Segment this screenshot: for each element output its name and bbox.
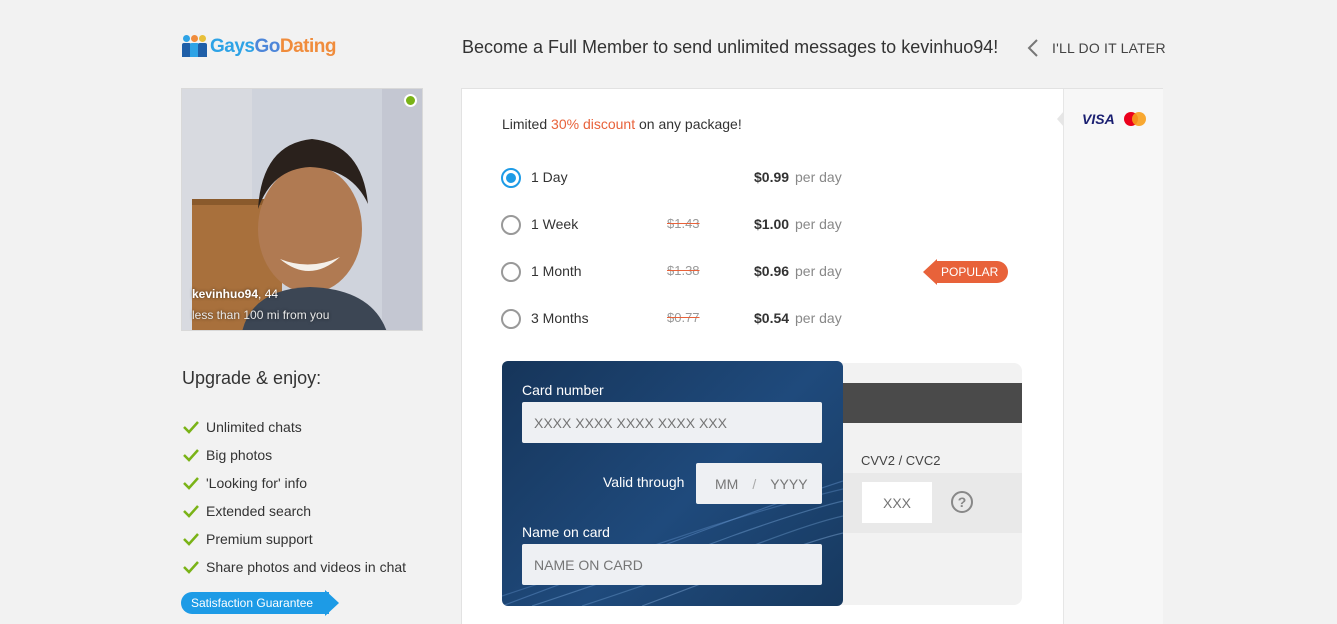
- check-icon: [183, 533, 199, 546]
- check-icon: [183, 561, 199, 574]
- package-option-1-day[interactable]: 1 Day $0.99 per day: [501, 166, 1021, 190]
- card-brands-sidebar: VISA: [1057, 89, 1163, 624]
- profile-photo[interactable]: kevinhuo94, 44 less than 100 mi from you: [181, 88, 423, 331]
- check-icon: [183, 449, 199, 462]
- radio-button[interactable]: [501, 215, 521, 235]
- check-icon: [183, 477, 199, 490]
- online-status-indicator: [404, 94, 417, 107]
- list-item: 'Looking for' info: [182, 469, 406, 497]
- package-old-price: $1.43: [667, 216, 700, 231]
- expiry-separator: /: [752, 475, 757, 492]
- list-item: Share photos and videos in chat: [182, 553, 406, 581]
- package-unit: per day: [795, 216, 842, 232]
- list-item: Premium support: [182, 525, 406, 553]
- name-on-card-input[interactable]: [522, 544, 822, 585]
- check-icon: [183, 505, 199, 518]
- card-front: Card number Valid through MM / YYYY Name…: [502, 361, 843, 606]
- people-icon: [182, 35, 207, 59]
- expiry-month-input[interactable]: MM: [715, 476, 738, 492]
- package-price: $1.00: [754, 216, 790, 232]
- list-item: Extended search: [182, 497, 406, 525]
- expiry-year-input[interactable]: YYYY: [770, 476, 807, 492]
- satisfaction-guarantee-badge[interactable]: Satisfaction Guarantee: [181, 590, 340, 616]
- upgrade-title: Upgrade & enjoy:: [182, 368, 322, 388]
- cvv-input[interactable]: [862, 482, 932, 523]
- logo-text: GaysGoDating: [210, 36, 336, 57]
- do-it-later-button[interactable]: I'LL DO IT LATER: [1026, 38, 1166, 58]
- package-option-1-week[interactable]: 1 Week $1.43 $1.00 per day: [501, 213, 1021, 237]
- popular-badge: POPULAR: [923, 259, 1009, 285]
- package-name: 1 Day: [531, 169, 568, 185]
- page-headline: Become a Full Member to send unlimited m…: [462, 37, 999, 57]
- guarantee-label: Satisfaction Guarantee: [181, 592, 330, 614]
- discount-notice: Limited 30% discount on any package!: [502, 116, 742, 132]
- do-it-later-label: I'LL DO IT LATER: [1052, 40, 1166, 56]
- check-icon: [183, 421, 199, 434]
- cvv-label: CVV2 / CVC2: [861, 453, 941, 468]
- radio-button[interactable]: [501, 309, 521, 329]
- expiry-field[interactable]: MM / YYYY: [696, 463, 822, 504]
- arrow-right-icon: [325, 590, 340, 616]
- package-option-3-months[interactable]: 3 Months $0.77 $0.54 per day: [501, 307, 1021, 331]
- package-old-price: $0.77: [667, 310, 700, 325]
- radio-button[interactable]: [501, 168, 521, 188]
- list-item: Big photos: [182, 441, 406, 469]
- card-number-label: Card number: [522, 382, 604, 398]
- package-price: $0.54: [754, 310, 790, 326]
- radio-button[interactable]: [501, 262, 521, 282]
- popular-label: POPULAR: [937, 261, 1009, 283]
- package-name: 3 Months: [531, 310, 589, 326]
- package-unit: per day: [795, 310, 842, 326]
- visa-logo: VISA: [1082, 111, 1115, 127]
- list-item: Unlimited chats: [182, 413, 406, 441]
- package-unit: per day: [795, 169, 842, 185]
- package-name: 1 Month: [531, 263, 582, 279]
- card-number-input[interactable]: [522, 402, 822, 443]
- help-icon[interactable]: ?: [951, 491, 973, 513]
- arrow-left-icon: [923, 259, 937, 285]
- package-price: $0.99: [754, 169, 790, 185]
- valid-through-label: Valid through: [603, 474, 685, 490]
- payment-panel: VISA Limited 30% discount on any package…: [461, 88, 1163, 624]
- package-name: 1 Week: [531, 216, 579, 232]
- package-unit: per day: [795, 263, 842, 279]
- chevron-left-icon: [1027, 39, 1038, 57]
- profile-distance: less than 100 mi from you: [192, 308, 330, 322]
- name-on-card-label: Name on card: [522, 524, 610, 540]
- benefits-list: Unlimited chats Big photos 'Looking for'…: [182, 413, 406, 581]
- package-price: $0.96: [754, 263, 790, 279]
- package-old-price: $1.38: [667, 263, 700, 278]
- site-logo[interactable]: GaysGoDating: [182, 32, 336, 62]
- magnetic-stripe: [832, 383, 1022, 423]
- profile-name: kevinhuo94, 44: [192, 287, 279, 301]
- sidebar-notch: [1057, 111, 1064, 127]
- mastercard-icon: [1124, 112, 1146, 126]
